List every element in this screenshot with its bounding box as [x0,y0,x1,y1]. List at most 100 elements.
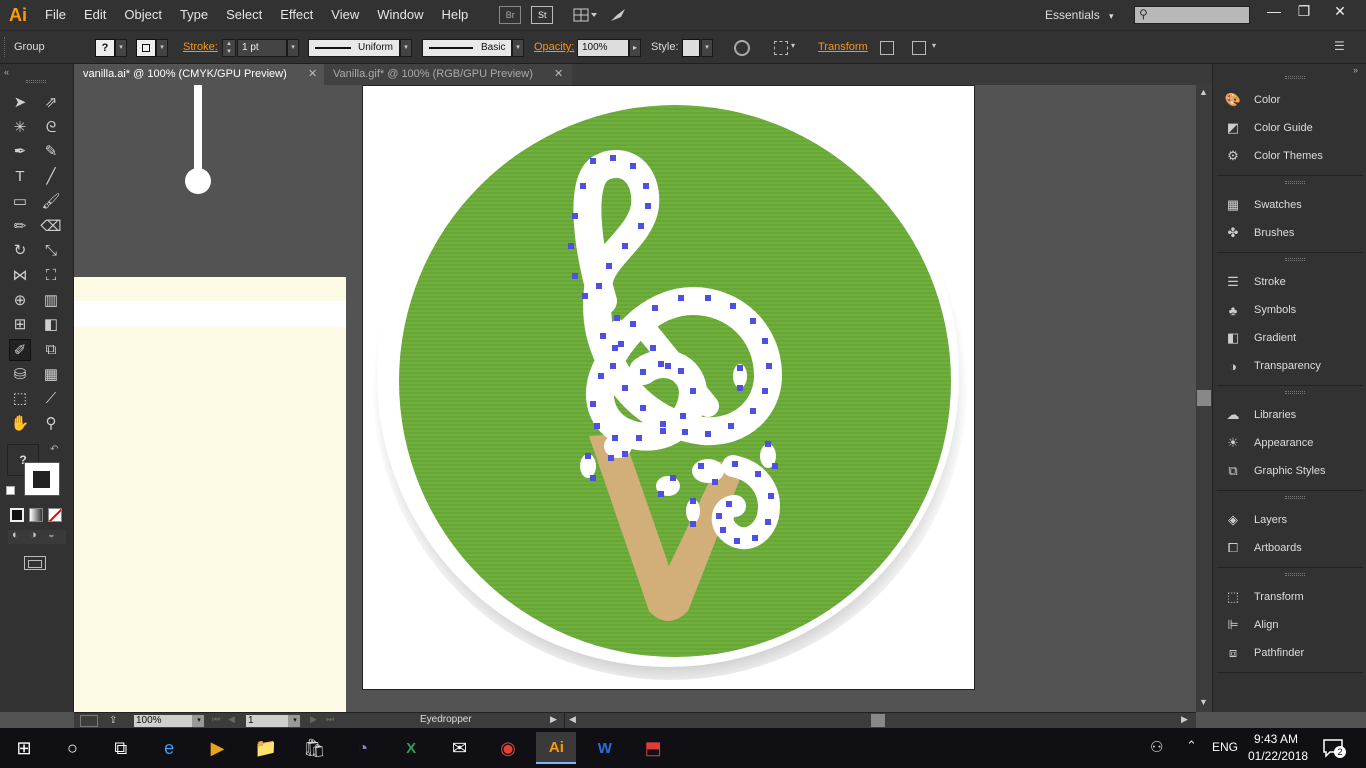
pen-icon[interactable]: ✒ [9,141,31,163]
excel-icon[interactable]: X [391,732,431,764]
close-button[interactable]: ✕ [1322,0,1358,22]
workspace-switcher[interactable]: Essentials ▾ [1045,0,1114,30]
panel-transform[interactable]: ⬚ Transform [1223,586,1304,608]
style-dropdown[interactable]: ▾ [701,39,713,57]
gradient-icon[interactable]: ◧ [40,314,62,336]
chevron-down-icon[interactable]: ▾ [791,41,795,50]
panel-group-grip[interactable] [1285,391,1305,394]
artboard-number-field[interactable]: 1 [246,715,288,727]
panel-appearance[interactable]: ☀ Appearance [1223,432,1313,454]
stroke-label[interactable]: Stroke: [183,41,218,53]
panel-pathfinder[interactable]: ⧈ Pathfinder [1223,642,1304,664]
chevron-down-icon[interactable]: ▾ [932,41,936,50]
panel-menu-icon[interactable]: ☰ [1334,39,1345,53]
stroke-weight-stepper[interactable]: ▲ ▼ [222,39,236,57]
slice-icon[interactable]: ⟋ [40,388,62,410]
menu-select[interactable]: Select [217,0,271,30]
people-icon[interactable]: ⚇ [1150,738,1163,756]
canvas-area[interactable] [74,85,1196,712]
language-indicator[interactable]: ENG [1212,740,1238,754]
artboard-icon[interactable]: ⬚ [9,388,31,410]
close-icon[interactable]: ✕ [554,64,563,85]
chart-icon[interactable]: ▥ [40,290,62,312]
pencil-icon[interactable]: ✏ [9,216,31,238]
scroll-down-icon[interactable]: ▼ [1199,697,1208,707]
arrange-icon[interactable] [912,41,926,55]
panel-artboards[interactable]: ⧠ Artboards [1223,537,1302,559]
menu-help[interactable]: Help [432,0,477,30]
eraser-icon[interactable]: ⌫ [40,216,62,238]
menu-file[interactable]: File [36,0,75,30]
last-artboard-icon[interactable]: ⏭ [326,714,334,725]
line-icon[interactable]: ╱ [40,166,62,188]
selection-icon[interactable]: ➤ [9,92,31,114]
scrollbar-thumb[interactable] [1197,390,1211,406]
zoom-field[interactable]: 100% [134,715,192,727]
stroke-indicator[interactable] [24,462,60,496]
clock-date[interactable]: 01/22/2018 [1248,749,1308,763]
paintbrush-icon[interactable]: 🖌 [40,191,62,213]
panel-transparency[interactable]: ◑ Transparency [1223,355,1321,377]
search-input[interactable]: ⚲ [1134,6,1250,24]
scroll-up-icon[interactable]: ▲ [1199,87,1208,97]
scroll-left-icon[interactable]: ◀ [569,714,576,725]
hand-icon[interactable]: ✋ [9,413,31,435]
stock-icon[interactable]: St [531,6,554,24]
panel-graphic-styles[interactable]: ⧉ Graphic Styles [1223,460,1325,482]
close-icon[interactable]: ✕ [308,64,317,85]
transform-link[interactable]: Transform [818,41,868,53]
artboard-dropdown[interactable]: ▾ [288,715,300,727]
illustrator-icon[interactable]: Ai [536,732,577,764]
panel-group-grip[interactable] [1285,496,1305,499]
horizontal-scrollbar[interactable]: ◀ ▶ [564,713,1196,728]
symbol-sprayer-icon[interactable]: ⛁ [9,364,31,386]
first-artboard-icon[interactable]: ⏮ [212,714,220,725]
tab-vanilla-gif[interactable]: Vanilla.gif* @ 100% (RGB/GPU Preview) ✕ [324,64,572,85]
action-center-icon[interactable]: 2 [1322,738,1346,758]
zoom-icon[interactable]: ⚲ [40,413,62,435]
draw-normal-icon[interactable]: ◐ [12,529,19,541]
chevron-up-icon[interactable]: ⌃ [1186,738,1197,754]
type-icon[interactable]: T [9,166,31,188]
panel-libraries[interactable]: ☁ Libraries [1223,404,1297,426]
edge-icon[interactable]: e [149,732,189,764]
panel-color-themes[interactable]: ⚙ Color Themes [1223,145,1323,167]
word-icon[interactable]: W [585,732,625,764]
stroke-dropdown[interactable]: ▾ [156,39,168,57]
opacity-field[interactable]: 100% [577,39,629,57]
restore-button[interactable]: ❐ [1286,0,1322,22]
draw-inside-icon[interactable]: ◒ [48,529,55,541]
rotate-icon[interactable]: ↻ [9,240,31,262]
brush-dropdown[interactable]: ▾ [512,39,524,57]
next-artboard-icon[interactable]: ▶ [310,714,317,725]
mail-icon[interactable]: ✉ [440,732,480,764]
width-icon[interactable]: ⋈ [9,265,31,287]
direct-selection-icon[interactable]: ⇗ [40,92,62,114]
panel-group-grip[interactable] [1285,573,1305,576]
graphic-style-swatch[interactable] [682,39,700,57]
column-graph-icon[interactable]: ▦ [40,364,62,386]
none-mode-icon[interactable] [48,508,62,522]
share-icon[interactable]: ⇪ [109,715,123,727]
collapse-icon[interactable]: « [4,67,9,77]
menu-window[interactable]: Window [368,0,432,30]
panel-stroke[interactable]: ☰ Stroke [1223,271,1286,293]
artboard[interactable] [362,85,975,690]
swap-fill-stroke-icon[interactable]: ↶ [50,444,58,455]
hscroll-thumb[interactable] [871,714,885,727]
menu-type[interactable]: Type [171,0,217,30]
bridge-icon[interactable]: Br [499,6,522,24]
status-menu-icon[interactable]: ▶ [550,714,557,725]
panel-symbols[interactable]: ♣ Symbols [1223,299,1296,321]
opacity-label[interactable]: Opacity: [534,41,574,53]
align-to-selection-icon[interactable] [774,41,788,55]
shape-builder-icon[interactable]: ⊕ [9,290,31,312]
panel-color[interactable]: 🎨 Color [1223,89,1280,111]
tab-vanilla-ai[interactable]: vanilla.ai* @ 100% (CMYK/GPU Preview) ✕ [74,64,324,85]
task-view-icon[interactable]: ⧉ [101,732,141,764]
stroke-weight-field[interactable]: 1 pt [237,39,287,57]
screen-mode-icon[interactable] [24,556,46,570]
profile-dropdown[interactable]: ▾ [400,39,412,57]
free-transform-icon[interactable]: ⛶ [40,265,62,287]
previous-artboard-icon[interactable]: ◀ [228,714,235,725]
